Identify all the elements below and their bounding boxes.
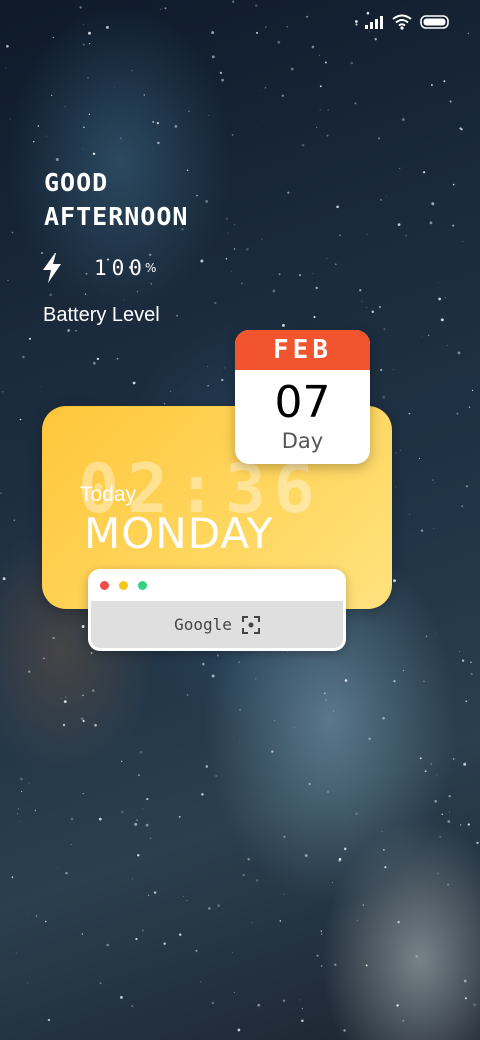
status-bar <box>364 14 450 30</box>
weekday-label: MONDAY <box>84 509 274 558</box>
dot-green <box>138 580 147 590</box>
battery-unit: % <box>144 261 157 275</box>
battery-icon <box>420 15 449 29</box>
search-label: Google <box>174 615 232 634</box>
window-dots <box>88 569 346 601</box>
dot-red <box>100 580 109 590</box>
today-label: Today <box>80 483 137 506</box>
calendar-date: 07 <box>274 377 331 428</box>
greeting-line-2: AFTERNOON <box>44 202 189 231</box>
calendar-widget[interactable]: FEB 07 Day <box>235 330 370 464</box>
battery-label: Battery Level <box>43 304 160 326</box>
search-widget[interactable]: Google <box>88 569 346 651</box>
battery-value: 100 <box>94 256 147 280</box>
greeting: GOOD AFTERNOON <box>44 166 188 234</box>
battery-readout: 100 % <box>40 252 156 284</box>
greeting-line-1: GOOD <box>44 168 109 197</box>
signal-icon <box>365 16 383 29</box>
calendar-month: FEB <box>235 330 370 370</box>
lightning-icon <box>43 253 61 283</box>
wifi-icon <box>392 14 412 30</box>
dot-yellow <box>119 580 128 590</box>
scan-icon[interactable] <box>241 615 260 634</box>
google-search-bar[interactable]: Google <box>91 601 343 648</box>
calendar-sub-label: Day <box>281 429 324 453</box>
